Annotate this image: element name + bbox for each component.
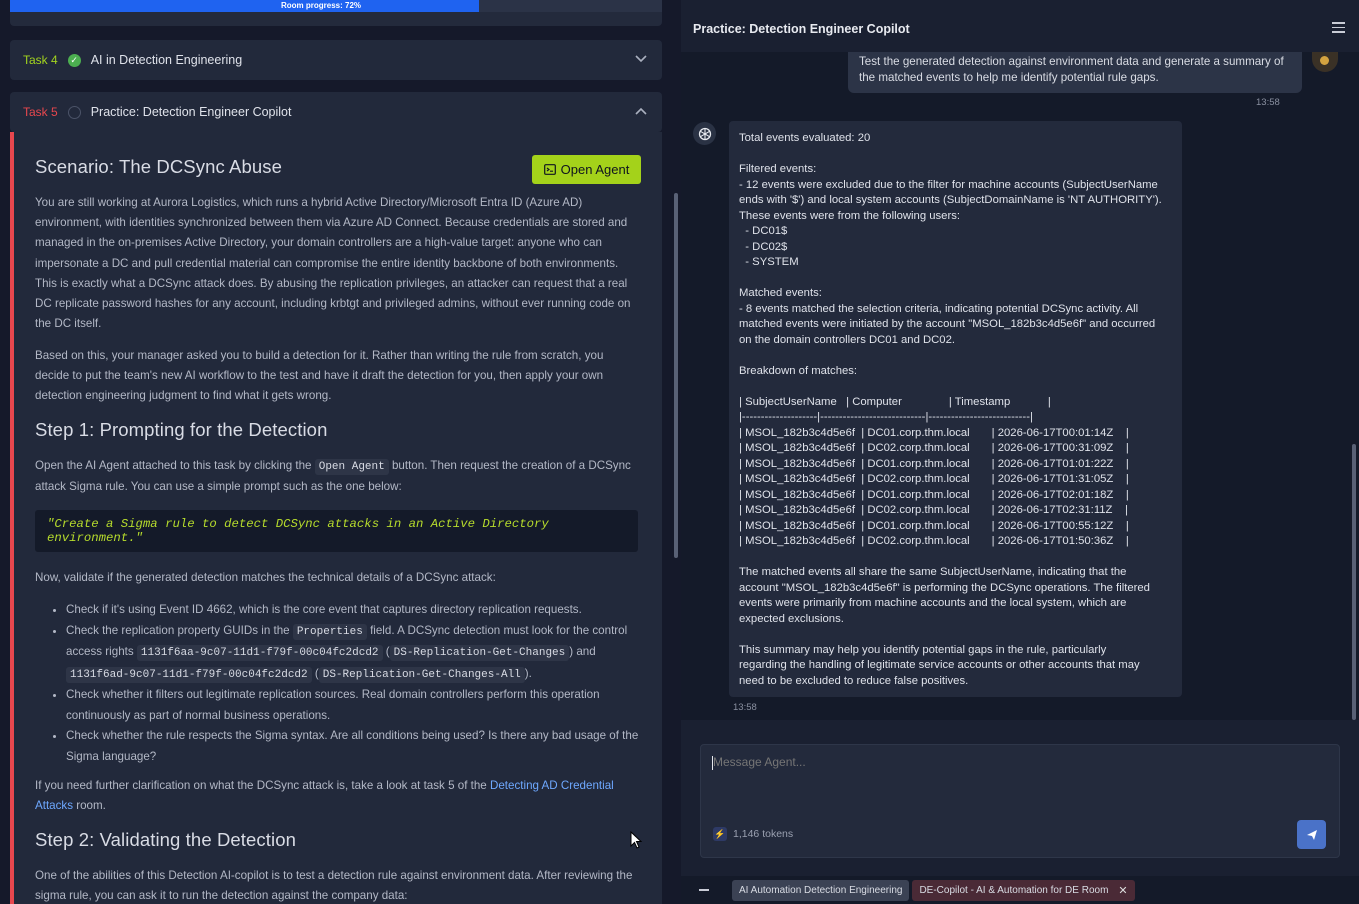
task-title: AI in Detection Engineering [90,53,243,67]
scenario-title: Scenario: The DCSync Abuse [35,156,283,177]
user-avatar [1312,52,1338,72]
right-name-code: DS-Replication-Get-Changes [389,645,570,661]
composer-area: ⚡ 1,146 tokens [681,720,1359,875]
further-text-b: room. [73,799,106,813]
agent-message: Total events evaluated: 20 Filtered even… [729,121,1182,697]
agent-avatar [693,122,716,145]
chevron-down-icon[interactable] [634,52,648,66]
check-circle-icon: ✓ [67,53,81,67]
step1-paragraph: Open the AI Agent attached to this task … [35,456,635,497]
agent-header: Practice: Detection Engineer Copilot [681,0,1359,58]
task-number: Task 5 [23,105,58,119]
validation-checklist: Check if it's using Event ID 4662, which… [35,600,641,767]
scenario-paragraph-1: You are still working at Aurora Logistic… [35,196,631,331]
chip-label: DE-Copilot - AI & Automation for DE Room [919,884,1109,896]
task-number: Task 4 [23,53,58,67]
token-count: 1,146 tokens [733,828,794,840]
validate-intro: Now, validate if the generated detection… [35,571,496,584]
further-text-a: If you need further clarification on wha… [35,779,490,792]
context-chip[interactable]: DE-Copilot - AI & Automation for DE Room… [912,879,1135,901]
list-item: Check if it's using Event ID 4662, which… [66,600,641,621]
guid-code: 1131f6aa-9c07-11d1-f79f-00c04fc2dcd2 [136,645,383,661]
task-5-content: Open Agent Scenario: The DCSync Abuse Yo… [10,132,662,904]
task-5-header[interactable]: Task 5 Practice: Detection Engineer Copi… [10,92,662,132]
send-button[interactable] [1297,820,1326,849]
minimize-icon[interactable] [699,889,709,891]
agent-title: Practice: Detection Engineer Copilot [693,22,910,36]
token-counter: ⚡ 1,146 tokens [713,827,793,841]
bottom-bar: AI Automation Detection Engineering DE-C… [681,876,1359,904]
circle-icon [67,105,81,119]
openai-icon [698,127,711,140]
guid-code: 1131f6ad-9c07-11d1-f79f-00c04fc2dcd2 [66,666,312,683]
mouse-cursor-icon [630,831,643,849]
user-message-time: 13:58 [1256,97,1280,108]
user-message: Test the generated detection against env… [848,52,1302,93]
chat-scrollbar[interactable] [1352,444,1356,720]
chevron-up-icon[interactable] [634,104,648,118]
agent-message-time: 13:58 [733,702,757,713]
chat-history: Test the generated detection against env… [681,52,1359,720]
check2-text-a: Check the replication property GUIDs in … [66,623,293,637]
open-agent-label: Open Agent [560,162,630,177]
close-icon[interactable]: ✕ [1118,884,1127,897]
progress-label: Room progress: 72% [280,1,362,10]
step2-paragraph: One of the abilities of this Detection A… [35,869,633,903]
open-agent-button[interactable]: Open Agent [532,155,641,184]
list-item: Check whether it filters out legitimate … [66,685,641,726]
room-content-pane: Room progress: 72% Task 4 ✓ AI in Detect… [0,0,671,904]
send-icon [1306,829,1317,840]
step1-text-a: Open the AI Agent attached to this task … [35,459,315,472]
hamburger-menu-icon[interactable] [1332,22,1345,33]
message-input[interactable] [713,755,1273,769]
list-item: Check the replication property GUIDs in … [66,621,641,686]
bolt-icon: ⚡ [713,827,727,841]
terminal-icon [543,164,556,175]
app-root: Room progress: 72% Task 4 ✓ AI in Detect… [0,0,1359,904]
list-item: Check whether the rule respects the Sigm… [66,726,641,767]
prompt-quote-block: "Create a Sigma rule to detect DCSync at… [35,510,638,552]
message-composer[interactable]: ⚡ 1,146 tokens [700,744,1340,858]
prompt-quote: "Create a Sigma rule to detect DCSync at… [47,517,549,545]
further-paragraph: If you need further clarification on wha… [35,776,635,816]
step1-title: Step 1: Prompting for the Detection [35,419,328,440]
chip-label: AI Automation Detection Engineering [739,884,903,896]
agent-panel: Practice: Detection Engineer Copilot Tes… [681,0,1359,904]
check2-text-c: and [573,645,596,658]
context-chip[interactable]: AI Automation Detection Engineering [732,879,910,901]
scenario-paragraph-2: Based on this, your manager asked you to… [35,349,604,403]
right-name-code: DS-Replication-Get-Changes-All [318,666,525,683]
left-scrollbar[interactable] [674,193,678,558]
step2-title: Step 2: Validating the Detection [35,829,296,850]
room-progress: Room progress: 72% [10,0,662,26]
task-title: Practice: Detection Engineer Copilot [90,105,292,119]
open-agent-code: Open Agent [314,459,389,475]
task-4-header[interactable]: Task 4 ✓ AI in Detection Engineering [10,40,662,80]
properties-code: Properties [292,623,367,640]
